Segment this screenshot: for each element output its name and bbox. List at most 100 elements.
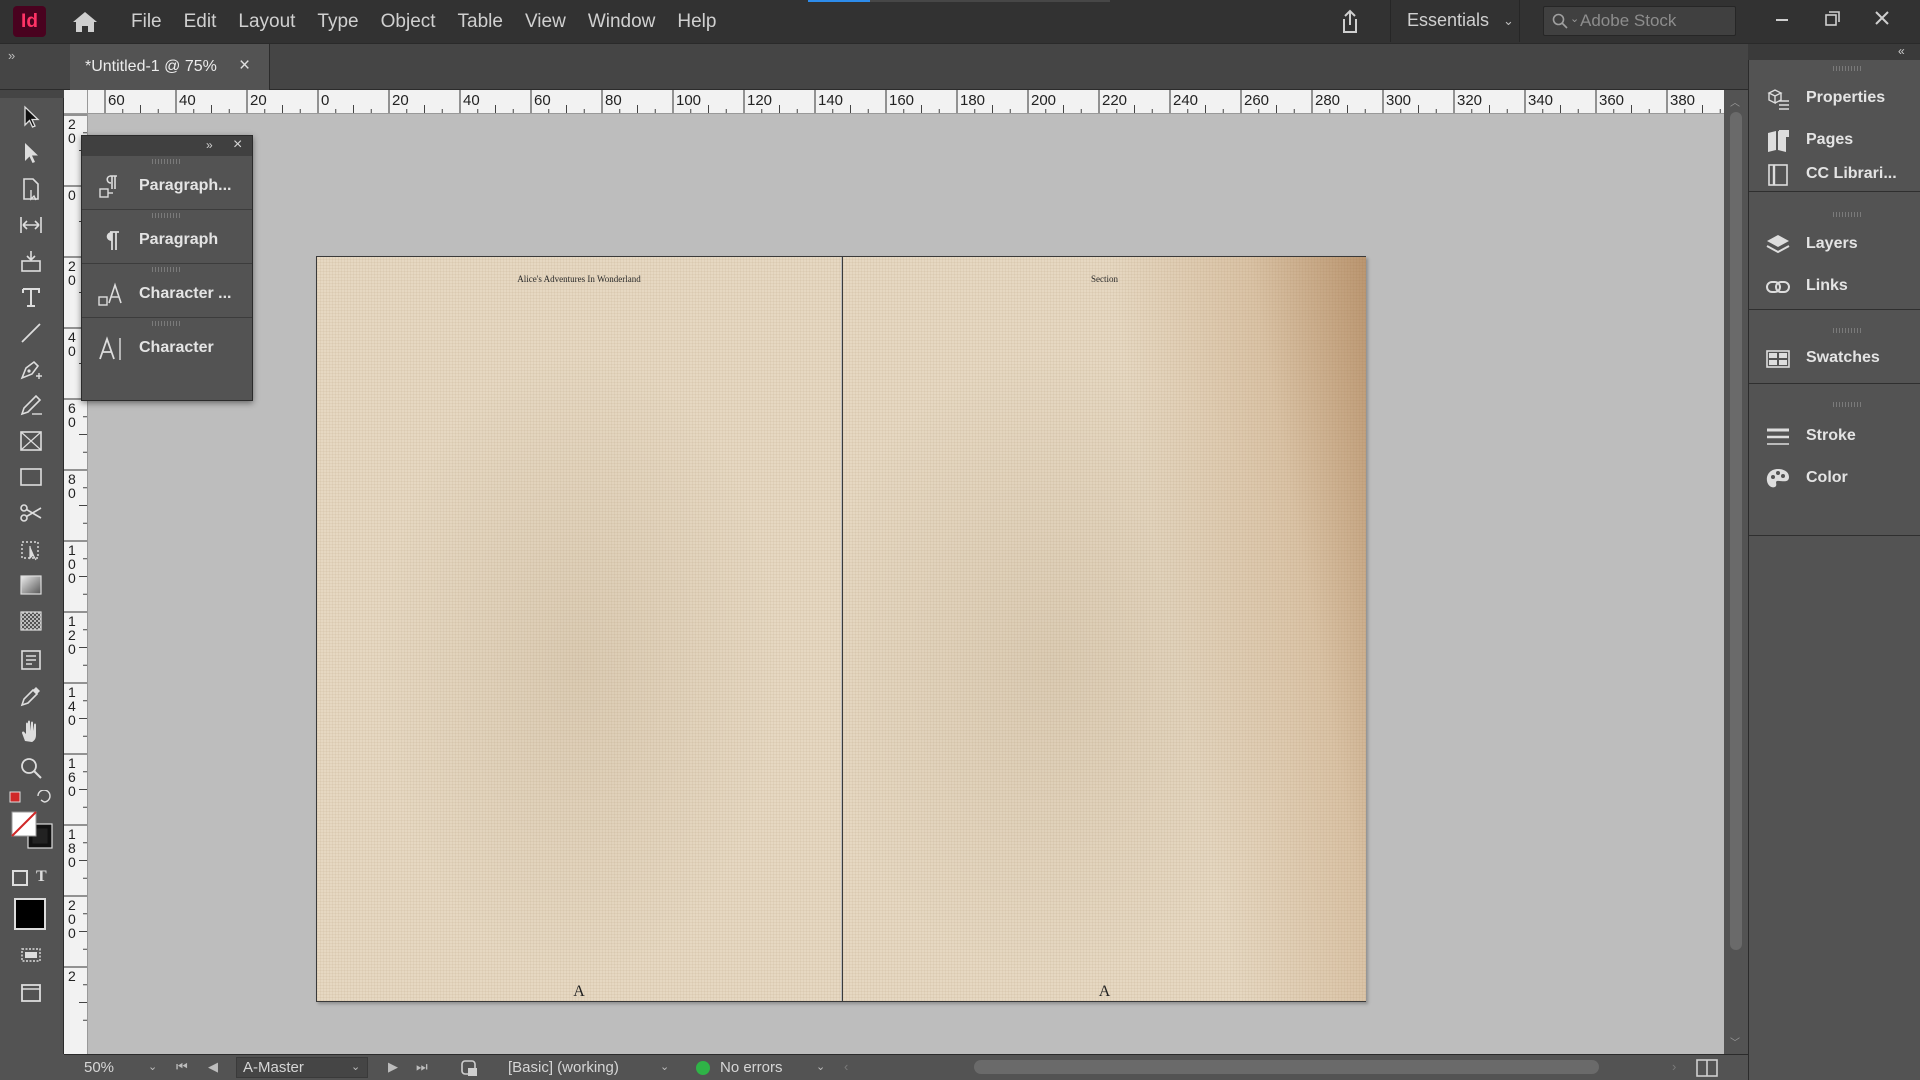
eyedropper-tool[interactable] — [14, 681, 48, 711]
workspace-switcher[interactable]: Essentials ⌄ — [1390, 0, 1520, 42]
menu-table[interactable]: Table — [447, 0, 514, 44]
panel-grip[interactable] — [1833, 328, 1863, 333]
ruler-origin[interactable] — [64, 90, 88, 114]
menu-window[interactable]: Window — [577, 0, 667, 44]
left-page[interactable]: Alice's Adventures In Wonderland A — [317, 257, 841, 1001]
panel-grip[interactable] — [152, 321, 182, 326]
line-tool[interactable] — [14, 318, 48, 348]
type-tool[interactable] — [14, 282, 48, 312]
floating-panel-header[interactable]: » × — [82, 136, 252, 156]
vertical-scroll-thumb[interactable] — [1730, 112, 1742, 950]
note-tool[interactable] — [14, 645, 48, 675]
right-page[interactable]: Section A — [842, 257, 1366, 1001]
scroll-left-icon[interactable]: ‹ — [844, 1059, 848, 1074]
pencil-tool[interactable] — [14, 390, 48, 420]
restore-button[interactable] — [1812, 4, 1852, 34]
next-page-icon[interactable]: ▶ — [388, 1059, 398, 1075]
dock-item-properties[interactable]: Properties — [1749, 78, 1920, 118]
gradient-feather-tool[interactable] — [14, 606, 48, 636]
dock-item-layers[interactable]: Layers — [1749, 224, 1920, 264]
pasteboard[interactable]: Alice's Adventures In Wonderland A Secti… — [88, 114, 1724, 1054]
menu-view[interactable]: View — [514, 0, 577, 44]
stock-search[interactable]: ⌄ — [1543, 6, 1736, 36]
home-button[interactable] — [70, 9, 100, 35]
menu-object[interactable]: Object — [370, 0, 447, 44]
left-folio[interactable]: A — [317, 983, 841, 1001]
scroll-right-icon[interactable]: › — [1672, 1059, 1676, 1074]
tools-panel-grip[interactable] — [0, 90, 64, 98]
chevron-down-icon[interactable]: ⌄ — [148, 1060, 157, 1073]
zoom-tool[interactable] — [14, 753, 48, 783]
scroll-down-icon[interactable]: ﹀ — [1730, 1034, 1740, 1049]
panel-character-styles[interactable]: Character ... — [82, 264, 252, 318]
horizontal-scroll-thumb[interactable] — [974, 1060, 1599, 1074]
share-button[interactable] — [1335, 7, 1365, 37]
selection-tool[interactable] — [14, 102, 48, 132]
menu-type[interactable]: Type — [306, 0, 369, 44]
chevron-down-icon[interactable]: ⌄ — [660, 1060, 669, 1073]
rectangle-frame-tool[interactable] — [14, 426, 48, 456]
last-page-icon[interactable]: ⏭ — [416, 1059, 428, 1075]
first-page-icon[interactable]: ⏮ — [176, 1059, 188, 1075]
screen-mode-tool[interactable] — [14, 938, 48, 968]
page-tool[interactable] — [14, 174, 48, 204]
dock-item-cc-libraries[interactable]: CC Librari... — [1749, 162, 1920, 192]
gap-tool[interactable] — [14, 210, 48, 240]
panel-grip[interactable] — [152, 213, 182, 218]
close-tab-icon[interactable]: × — [239, 55, 250, 77]
panel-character[interactable]: Character — [82, 318, 252, 372]
dock-item-stroke[interactable]: Stroke — [1749, 416, 1920, 456]
expand-panel-icon[interactable]: » — [206, 138, 212, 152]
scroll-up-icon[interactable]: ︿ — [1730, 94, 1740, 109]
dock-item-color[interactable]: Color — [1749, 458, 1920, 498]
panel-grip[interactable] — [1833, 212, 1863, 217]
menu-file[interactable]: File — [120, 0, 173, 44]
direct-selection-tool[interactable] — [14, 138, 48, 168]
preflight-status[interactable]: No errors — [720, 1059, 783, 1076]
dock-item-swatches[interactable]: Swatches — [1749, 338, 1920, 378]
rectangle-tool[interactable] — [14, 462, 48, 492]
menu-layout[interactable]: Layout — [227, 0, 306, 44]
previous-page-icon[interactable]: ◀ — [208, 1059, 218, 1075]
scissors-tool[interactable] — [14, 498, 48, 528]
free-transform-tool[interactable] — [14, 534, 48, 564]
dock-item-links[interactable]: Links — [1749, 266, 1920, 306]
open-preflight-icon[interactable] — [460, 1059, 480, 1077]
split-window-icon[interactable] — [1696, 1059, 1718, 1077]
minimize-button[interactable] — [1762, 4, 1802, 34]
panel-grip[interactable] — [152, 159, 182, 164]
content-collector-tool[interactable] — [14, 246, 48, 276]
page-selector[interactable]: A-Master ⌄ — [236, 1057, 368, 1078]
apply-color-button[interactable] — [14, 898, 46, 930]
fill-stroke-swap[interactable] — [8, 789, 56, 850]
panel-grip[interactable] — [1833, 66, 1863, 71]
horizontal-ruler[interactable]: 60 40 20 0 20 40 60 80 100 120 140 160 180 200 220 240 2… — [88, 90, 1724, 114]
zoom-level[interactable]: 50% — [84, 1059, 114, 1076]
hand-tool[interactable] — [14, 717, 48, 747]
pen-tool[interactable] — [14, 354, 48, 384]
menu-help[interactable]: Help — [666, 0, 727, 44]
close-icon[interactable]: × — [233, 136, 242, 154]
search-input[interactable] — [1580, 9, 1730, 33]
preflight-profile[interactable]: [Basic] (working) — [508, 1059, 619, 1076]
right-folio[interactable]: A — [843, 983, 1366, 1001]
gradient-swatch-tool[interactable] — [14, 570, 48, 600]
dock-item-pages[interactable]: Pages — [1749, 120, 1920, 160]
right-running-head[interactable]: Section — [843, 274, 1366, 284]
left-running-head[interactable]: Alice's Adventures In Wonderland — [317, 274, 841, 284]
menu-edit[interactable]: Edit — [173, 0, 228, 44]
close-window-button[interactable] — [1862, 4, 1902, 34]
format-affects-text-button[interactable]: T — [36, 868, 47, 886]
panel-grip[interactable] — [152, 267, 182, 272]
vertical-scrollbar[interactable]: ︿ ﹀ — [1724, 90, 1748, 1054]
chevron-down-icon[interactable]: ⌄ — [816, 1060, 825, 1073]
collapse-dock-icon[interactable]: « — [1898, 44, 1904, 58]
format-affects-container-button[interactable] — [12, 870, 28, 886]
panel-paragraph-styles[interactable]: Paragraph... — [82, 156, 252, 210]
view-mode-tool[interactable] — [14, 978, 48, 1008]
document-tab[interactable]: *Untitled-1 @ 75% × — [70, 44, 270, 90]
expand-panels-icon[interactable]: » — [8, 48, 15, 63]
page-spread[interactable]: Alice's Adventures In Wonderland A Secti… — [316, 256, 1366, 1002]
panel-paragraph[interactable]: Paragraph — [82, 210, 252, 264]
panel-grip[interactable] — [1833, 402, 1863, 407]
